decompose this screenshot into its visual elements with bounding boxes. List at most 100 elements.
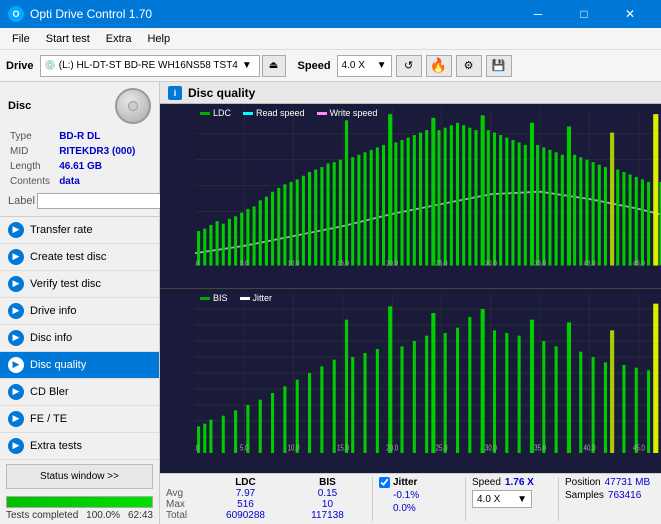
svg-text:30.0: 30.0 — [485, 444, 497, 453]
progress-area: Tests completed 100.0% 62:43 — [0, 493, 159, 524]
bis-total: 117138 — [289, 510, 366, 521]
chart1-legend: LDC Read speed Write speed — [200, 108, 377, 118]
svg-text:5.0: 5.0 — [240, 260, 249, 268]
mid-value: RITEKDR3 (000) — [59, 145, 149, 158]
titlebar: O Opti Drive Control 1.70 ─ □ ✕ — [0, 0, 661, 28]
label-input[interactable] — [37, 193, 175, 209]
chart2-svg: 10 9 8 7 6 5 4 3 2 1 10% 8% 6% 4% 2% — [195, 293, 661, 453]
menu-start-test[interactable]: Start test — [38, 31, 98, 47]
progress-labels: Tests completed 100.0% 62:43 — [6, 510, 153, 521]
ldc-legend-dot — [200, 112, 210, 115]
jitter-checkbox[interactable] — [379, 477, 390, 488]
drive-label: Drive — [6, 60, 34, 72]
svg-text:40.0: 40.0 — [584, 444, 596, 453]
svg-text:0.0: 0.0 — [195, 260, 199, 268]
speed-label: Speed — [298, 60, 331, 72]
sidebar-item-create-test-disc[interactable]: ▶ Create test disc — [0, 244, 159, 271]
type-value: BD-R DL — [59, 130, 149, 143]
sidebar-item-transfer-rate[interactable]: ▶ Transfer rate — [0, 217, 159, 244]
speed-value: 1.76 X — [505, 477, 534, 488]
sidebar-item-disc-quality[interactable]: ▶ Disc quality — [0, 352, 159, 379]
disc-info-table: Type BD-R DL MID RITEKDR3 (000) Length 4… — [8, 128, 151, 190]
svg-text:15.0: 15.0 — [337, 260, 349, 268]
toolbar: Drive 💿 (L:) HL-DT-ST BD-RE WH16NS58 TST… — [0, 50, 661, 82]
bis-max: 10 — [289, 499, 366, 510]
drive-selector[interactable]: 💿 (L:) HL-DT-ST BD-RE WH16NS58 TST4 ▼ — [40, 55, 260, 77]
svg-text:0.0: 0.0 — [195, 444, 199, 453]
verify-test-icon: ▶ — [8, 276, 24, 292]
minimize-button[interactable]: ─ — [515, 0, 561, 28]
sidebar-item-cd-bler[interactable]: ▶ CD Bler — [0, 379, 159, 406]
sidebar-item-extra-tests[interactable]: ▶ Extra tests — [0, 433, 159, 460]
bis-col-header: BIS — [289, 477, 366, 488]
chart2-legend: BIS Jitter — [200, 293, 272, 303]
max-row-label: Max — [166, 499, 202, 510]
jitter-header: Jitter — [393, 477, 417, 488]
bis-chart: BIS Jitter — [160, 289, 661, 473]
content-area: i Disc quality LDC Read speed — [160, 82, 661, 524]
fe-te-icon: ▶ — [8, 411, 24, 427]
sidebar-item-fe-te[interactable]: ▶ FE / TE — [0, 406, 159, 433]
menu-help[interactable]: Help — [139, 31, 178, 47]
svg-text:35.0: 35.0 — [534, 444, 546, 453]
svg-text:20.0: 20.0 — [386, 260, 398, 268]
jitter-avg: -0.1% — [379, 490, 459, 501]
ldc-chart: LDC Read speed Write speed — [160, 104, 661, 289]
svg-text:35.0: 35.0 — [534, 260, 546, 268]
contents-value: data — [59, 175, 149, 188]
cd-bler-icon: ▶ — [8, 384, 24, 400]
mid-label: MID — [10, 145, 57, 158]
sidebar-item-verify-test-disc[interactable]: ▶ Verify test disc — [0, 271, 159, 298]
svg-text:45.0: 45.0 — [633, 260, 645, 268]
menubar: File Start test Extra Help — [0, 28, 661, 50]
contents-label: Contents — [10, 175, 57, 188]
create-test-icon: ▶ — [8, 249, 24, 265]
jitter-max: 0.0% — [379, 503, 459, 514]
svg-text:40.0: 40.0 — [584, 260, 596, 268]
bis-legend-dot — [200, 297, 210, 300]
svg-text:10.0: 10.0 — [288, 444, 300, 453]
read-speed-legend-dot — [243, 112, 253, 115]
speed-section: Speed 1.76 X 4.0 X ▼ — [472, 477, 552, 508]
status-window-button[interactable]: Status window >> — [6, 464, 153, 489]
extra-tests-icon: ▶ — [8, 438, 24, 454]
jitter-legend: Jitter — [240, 293, 273, 303]
position-value: 47731 MB — [605, 477, 651, 488]
menu-extra[interactable]: Extra — [98, 31, 140, 47]
sidebar: Disc Type BD-R DL MID RITEKDR3 (000) Len… — [0, 82, 160, 524]
position-section: Position 47731 MB Samples 763416 — [565, 477, 655, 501]
maximize-button[interactable]: □ — [561, 0, 607, 28]
settings-button[interactable]: ⚙ — [456, 55, 482, 77]
sidebar-item-drive-info[interactable]: ▶ Drive info — [0, 298, 159, 325]
jitter-legend-dot — [240, 297, 250, 300]
progress-bar-outer — [6, 496, 153, 508]
jitter-section: Jitter -0.1% 0.0% — [379, 477, 459, 514]
svg-text:45.0: 45.0 — [633, 444, 645, 453]
ldc-col-header: LDC — [202, 477, 289, 488]
refresh-button[interactable]: ↺ — [396, 55, 422, 77]
sidebar-item-disc-info[interactable]: ▶ Disc info — [0, 325, 159, 352]
write-speed-legend-dot — [317, 112, 327, 115]
speed-selector[interactable]: 4.0 X ▼ — [337, 55, 392, 77]
speed-select-box[interactable]: 4.0 X ▼ — [472, 490, 532, 508]
progress-bar-inner — [7, 497, 152, 507]
svg-text:25.0: 25.0 — [436, 444, 448, 453]
total-row-label: Total — [166, 510, 202, 521]
eject-button[interactable]: ⏏ — [262, 55, 286, 77]
bis-avg: 0.15 — [289, 488, 366, 499]
samples-value: 763416 — [608, 490, 641, 501]
samples-label: Samples — [565, 490, 604, 501]
ldc-max: 516 — [202, 499, 289, 510]
save-button[interactable]: 💾 — [486, 55, 512, 77]
burn-button[interactable]: 🔥 — [426, 55, 452, 77]
main-area: Disc Type BD-R DL MID RITEKDR3 (000) Len… — [0, 82, 661, 524]
read-speed-legend: Read speed — [243, 108, 305, 118]
length-label: Length — [10, 160, 57, 173]
quality-header: i Disc quality — [160, 82, 661, 104]
svg-text:20.0: 20.0 — [386, 444, 398, 453]
close-button[interactable]: ✕ — [607, 0, 653, 28]
progress-time: 62:43 — [128, 510, 153, 521]
app-title: Opti Drive Control 1.70 — [30, 7, 515, 21]
menu-file[interactable]: File — [4, 31, 38, 47]
svg-text:10.0: 10.0 — [288, 260, 300, 268]
